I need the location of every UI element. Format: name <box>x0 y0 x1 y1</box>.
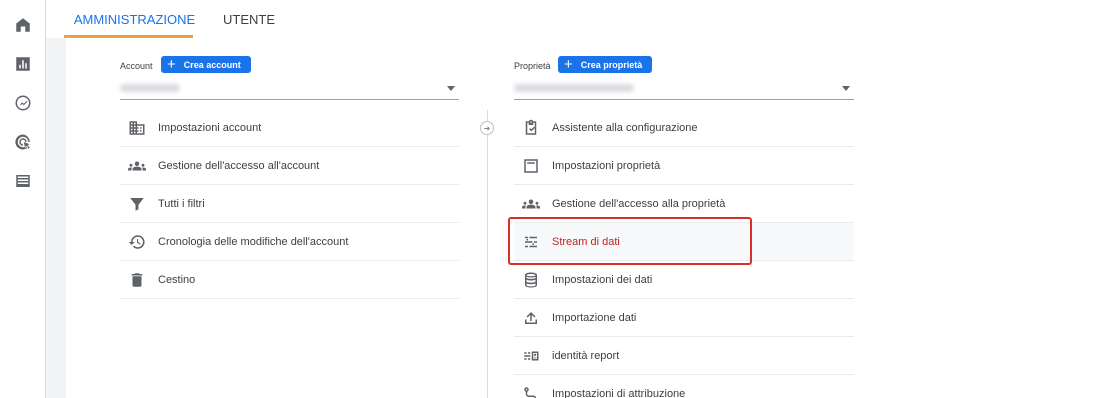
layout-icon <box>520 155 542 177</box>
chevron-down-icon <box>842 86 850 91</box>
menu-item-label: Gestione dell'accesso all'account <box>158 159 320 172</box>
menu-item-label: Impostazioni dei dati <box>552 273 653 286</box>
filter-icon <box>126 193 148 215</box>
menu-item-impostazioni-dati[interactable]: Impostazioni dei dati <box>514 261 854 299</box>
create-account-button[interactable]: + Crea account <box>161 56 251 73</box>
people-icon <box>520 193 542 215</box>
building-icon <box>126 117 148 139</box>
account-selector[interactable] <box>120 78 459 100</box>
chevron-down-icon <box>447 86 455 91</box>
menu-item-impostazioni-proprieta[interactable]: Impostazioni proprietà <box>514 147 854 185</box>
menu-item-label: Tutti i filtri <box>158 197 205 210</box>
upload-icon <box>520 307 542 329</box>
advertising-icon[interactable] <box>13 132 33 152</box>
menu-item-identita-report[interactable]: identità report <box>514 337 854 375</box>
menu-item-gestione-accesso-account[interactable]: Gestione dell'accesso all'account <box>120 147 459 185</box>
tab-utente[interactable]: UTENTE <box>209 0 289 38</box>
left-nav-rail <box>0 0 46 398</box>
admin-tabs: AMMINISTRAZIONE UTENTE <box>46 0 1100 38</box>
report-identity-icon <box>520 345 542 367</box>
menu-item-label: identità report <box>552 349 620 362</box>
arrow-right-icon: ➜ <box>480 121 494 135</box>
menu-item-importazione-dati[interactable]: Importazione dati <box>514 299 854 337</box>
create-property-label: Crea proprietà <box>580 59 643 70</box>
menu-item-label: Cronologia delle modifiche dell'account <box>158 235 349 248</box>
tab-amministrazione[interactable]: AMMINISTRAZIONE <box>70 0 199 38</box>
database-icon <box>520 269 542 291</box>
menu-item-label: Assistente alla configurazione <box>552 121 698 134</box>
plus-icon: + <box>167 56 176 73</box>
account-column-label: Account <box>120 61 153 71</box>
menu-item-gestione-accesso-proprieta[interactable]: Gestione dell'accesso alla proprietà <box>514 185 854 223</box>
menu-item-label: Cestino <box>158 273 196 286</box>
trash-icon <box>126 269 148 291</box>
property-name-redacted <box>514 84 634 92</box>
checklist-icon <box>520 117 542 139</box>
menu-item-label: Gestione dell'accesso alla proprietà <box>552 197 726 210</box>
menu-item-cestino[interactable]: Cestino <box>120 261 459 299</box>
attribution-icon <box>520 383 542 398</box>
history-icon <box>126 231 148 253</box>
menu-item-label: Importazione dati <box>552 311 637 324</box>
reports-icon[interactable] <box>13 54 33 74</box>
explore-icon[interactable] <box>13 93 33 113</box>
home-icon[interactable] <box>13 15 33 35</box>
menu-item-assistente-configurazione[interactable]: Assistente alla configurazione <box>514 109 854 147</box>
property-column-label: Proprietà <box>514 61 551 71</box>
plus-icon: + <box>564 56 573 73</box>
account-name-redacted <box>120 84 180 92</box>
configure-icon[interactable] <box>13 171 33 191</box>
menu-item-label: Impostazioni proprietà <box>552 159 661 172</box>
menu-item-cronologia-modifiche[interactable]: Cronologia delle modifiche dell'account <box>120 223 459 261</box>
menu-item-tutti-i-filtri[interactable]: Tutti i filtri <box>120 185 459 223</box>
column-divider <box>487 110 488 398</box>
menu-item-label: Stream di dati <box>552 235 620 248</box>
property-selector[interactable] <box>514 78 854 100</box>
menu-item-stream-di-dati[interactable]: Stream di dati <box>514 223 854 261</box>
menu-item-impostazioni-account[interactable]: Impostazioni account <box>120 109 459 147</box>
menu-item-impostazioni-attribuzione[interactable]: Impostazioni di attribuzione <box>514 375 854 398</box>
people-icon <box>126 155 148 177</box>
stream-icon <box>520 231 542 253</box>
create-property-button[interactable]: + Crea proprietà <box>558 56 653 73</box>
menu-item-label: Impostazioni account <box>158 121 262 134</box>
menu-item-label: Impostazioni di attribuzione <box>552 387 686 398</box>
create-account-label: Crea account <box>183 59 241 70</box>
